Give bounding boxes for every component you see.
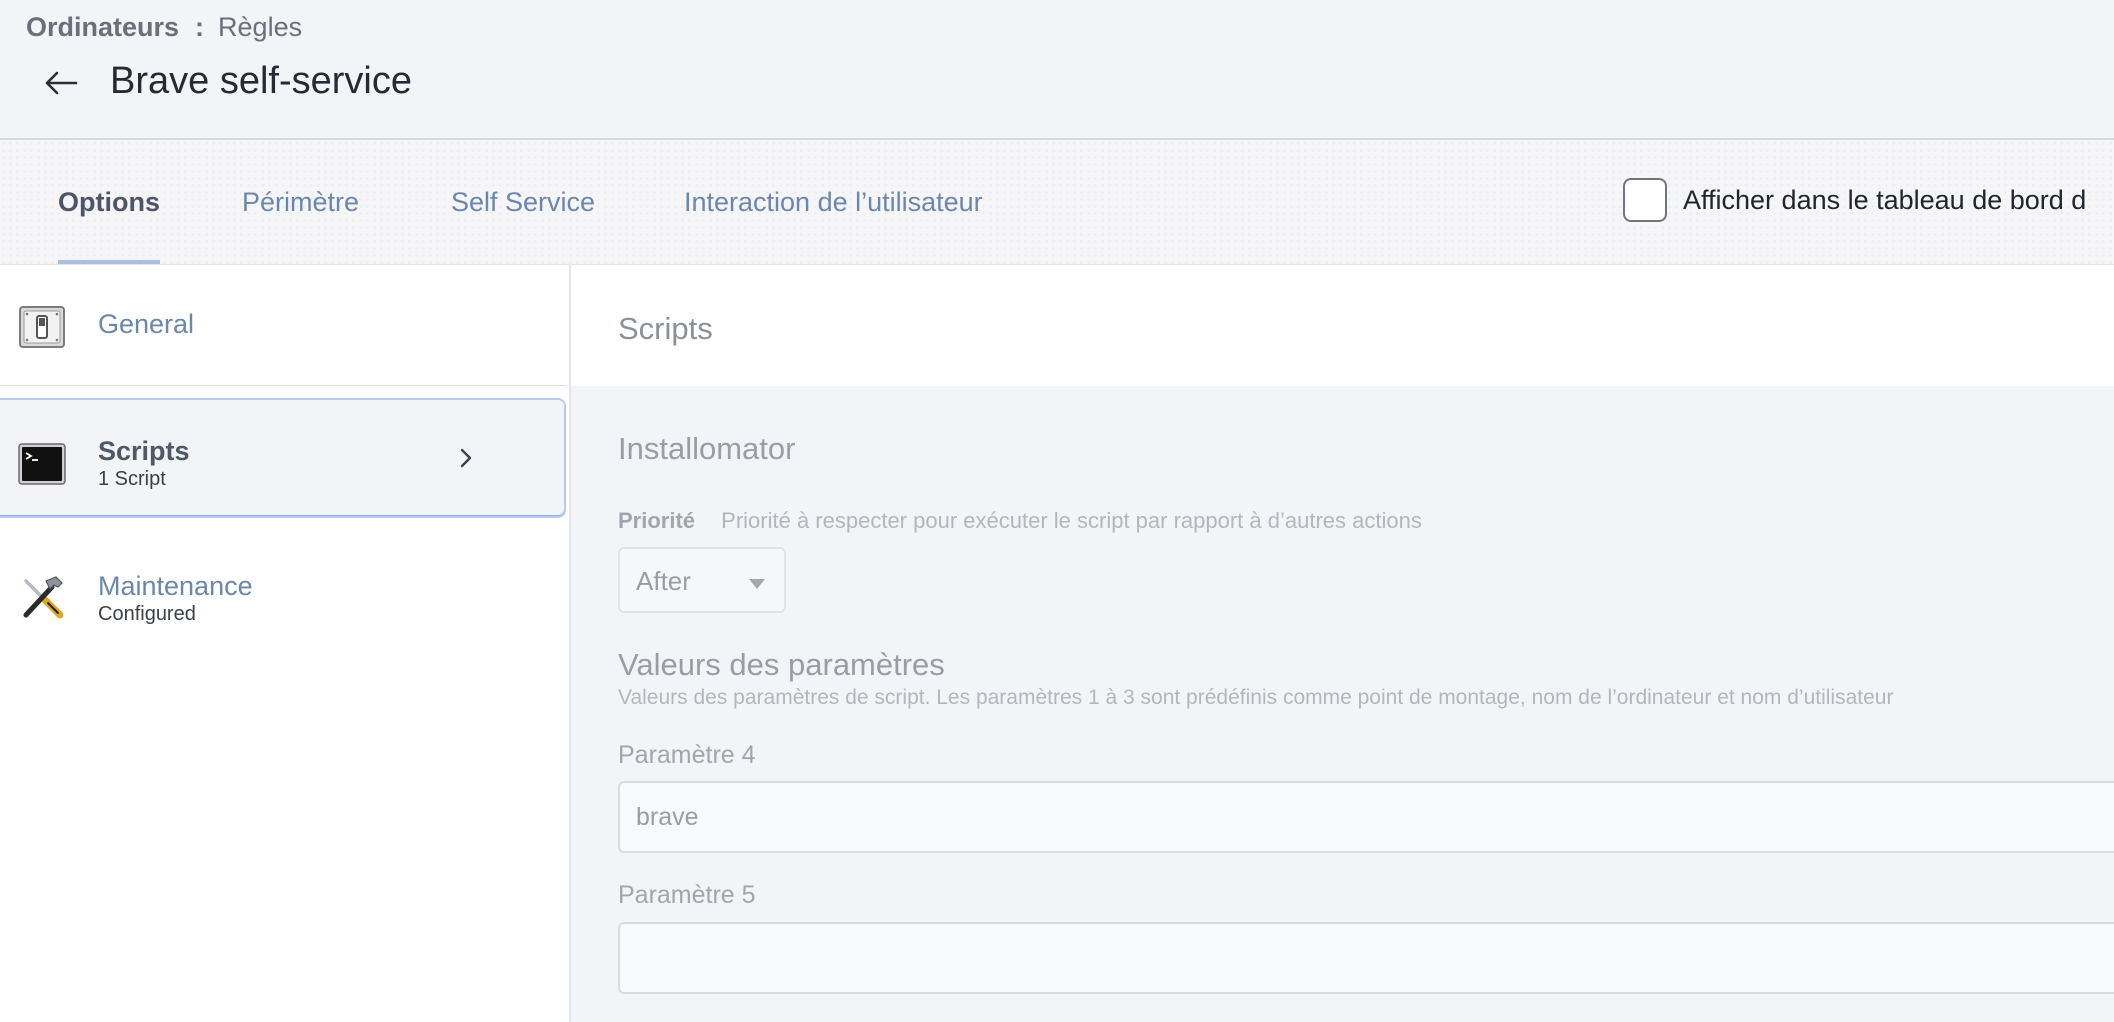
sidebar-item-sublabel: Configured <box>98 603 196 625</box>
page-header: Ordinateurs : Règles Brave self-service <box>0 0 2114 140</box>
breadcrumb-root[interactable]: Ordinateurs <box>26 12 179 43</box>
tab-interaction-utilisateur[interactable]: Interaction de l’utilisateur <box>684 140 983 264</box>
dashboard-checkbox-label: Afficher dans le tableau de bord d <box>1683 184 2087 215</box>
sidebar-item-label: Maintenance <box>98 571 253 601</box>
breadcrumb-separator: : <box>195 12 205 42</box>
terminal-icon <box>18 440 66 488</box>
parameter-5-label: Paramètre 5 <box>618 881 756 909</box>
dashboard-checkbox[interactable] <box>1623 178 1667 222</box>
parameter-4-value: brave <box>636 803 699 831</box>
parameters-title: Valeurs des paramètres <box>618 647 945 682</box>
sidebar-item-scripts[interactable]: Scripts 1 Script <box>0 398 566 518</box>
priority-select[interactable]: After <box>618 547 786 613</box>
page-title: Brave self-service <box>110 60 412 102</box>
parameter-4-input[interactable]: brave <box>618 781 2114 853</box>
tools-icon <box>18 573 66 621</box>
switch-icon <box>18 303 66 351</box>
tab-self-service[interactable]: Self Service <box>451 140 595 264</box>
tab-options[interactable]: Options <box>58 140 160 264</box>
breadcrumb: Ordinateurs : Règles <box>26 12 302 43</box>
parameter-4-label: Paramètre 4 <box>618 741 756 769</box>
tab-bar: Options Périmètre Self Service Interacti… <box>0 140 2114 265</box>
sidebar-item-label: General <box>98 309 195 339</box>
caret-down-icon <box>748 577 766 589</box>
sidebar-item-maintenance[interactable]: Maintenance Configured <box>0 533 567 653</box>
breadcrumb-current: Règles <box>218 12 303 42</box>
sidebar-item-sublabel: 1 Script <box>98 468 166 490</box>
chevron-right-icon <box>455 444 477 472</box>
dashboard-option: Afficher dans le tableau de bord d <box>1623 178 2086 222</box>
sidebar-item-general[interactable]: General <box>0 265 567 386</box>
priority-select-value: After <box>636 566 691 596</box>
section-title: Scripts <box>618 311 713 346</box>
priority-label: Priorité <box>618 508 696 533</box>
priority-description: Priorité à respecter pour exécuter le sc… <box>721 508 1422 533</box>
parameter-5-input[interactable] <box>618 922 2114 994</box>
tab-perimetre[interactable]: Périmètre <box>242 140 359 264</box>
parameters-description: Valeurs des paramètres de script. Les pa… <box>618 686 1894 709</box>
priority-row: Priorité Priorité à respecter pour exécu… <box>618 508 1422 534</box>
main-panel: Scripts Installomator Priorité Priorité … <box>571 265 2114 1022</box>
arrow-left-icon[interactable] <box>42 64 80 102</box>
script-name: Installomator <box>618 431 796 466</box>
sidebar: General Scripts 1 Script Maintenance Con… <box>0 265 571 1022</box>
sidebar-item-label: Scripts <box>98 436 190 466</box>
section-header: Scripts <box>571 265 2114 386</box>
